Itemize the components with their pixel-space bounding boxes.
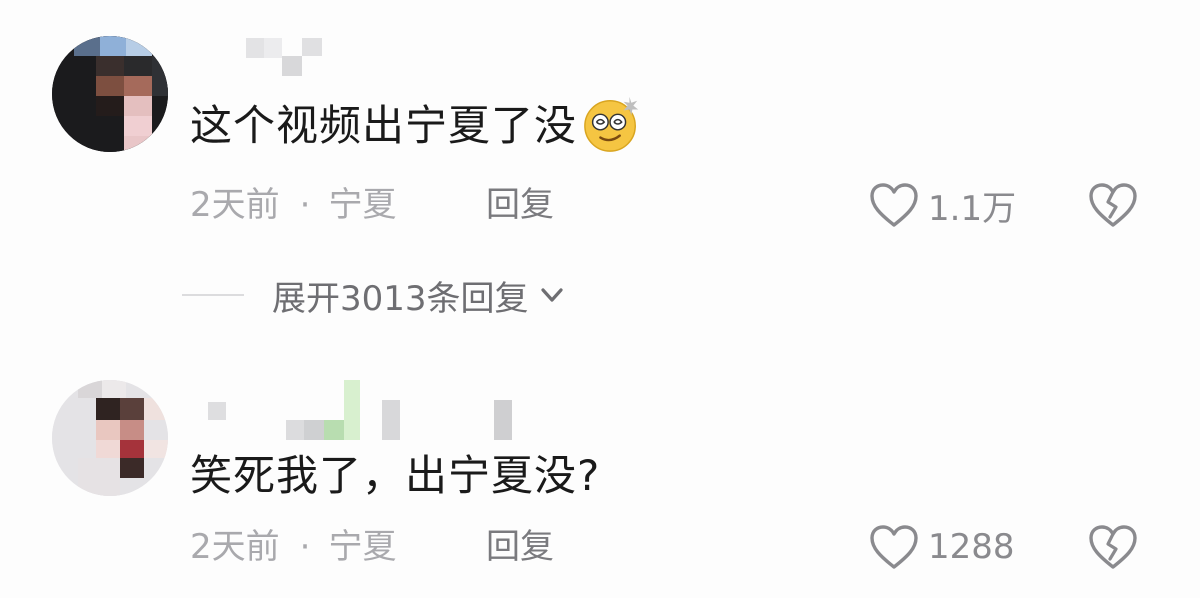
timestamp: 2天前 [190, 185, 280, 225]
separator: · [299, 185, 311, 225]
separator: · [299, 527, 311, 567]
comment-item: 这个视频出宁夏了没 2天前 · 宁夏 回复 1.1万 [0, 0, 1200, 250]
comment-body: 笑死我了，出宁夏没? [190, 451, 601, 500]
like-count: 1.1万 [928, 188, 1017, 229]
username-mosaic[interactable] [208, 380, 528, 440]
expand-replies-button[interactable]: 展开3013条回复 [182, 268, 567, 322]
chevron-down-icon [540, 288, 563, 302]
comment-body: 这个视频出宁夏了没 [190, 101, 578, 150]
like-button[interactable]: 1288 [868, 522, 1015, 572]
like-button[interactable]: 1.1万 [868, 180, 1016, 230]
broken-heart-icon[interactable] [1086, 180, 1140, 230]
expand-replies-label: 展开3013条回复 [272, 278, 529, 319]
avatar[interactable] [52, 380, 168, 496]
dizzy-face-emoji-icon [584, 96, 639, 152]
comment-text: 笑死我了，出宁夏没? [190, 446, 600, 506]
timestamp: 2天前 [190, 527, 280, 567]
reply-button[interactable]: 回复 [486, 180, 554, 230]
reply-button[interactable]: 回复 [486, 522, 554, 572]
comment-text: 这个视频出宁夏了没 [190, 96, 643, 156]
like-count: 1288 [928, 527, 1015, 567]
location: 宁夏 [328, 527, 397, 567]
username-mosaic[interactable] [246, 36, 326, 80]
comment-item: 笑死我了，出宁夏没? 2天前 · 宁夏 回复 1288 [0, 360, 1200, 598]
comment-meta: 2天前 · 宁夏 回复 [190, 522, 554, 572]
divider-line [182, 294, 244, 296]
broken-heart-icon[interactable] [1086, 522, 1140, 572]
heart-outline-icon [870, 183, 918, 227]
heart-outline-icon [870, 525, 918, 569]
comment-meta: 2天前 · 宁夏 回复 [190, 180, 554, 230]
avatar[interactable] [52, 36, 168, 152]
location: 宁夏 [328, 185, 397, 225]
